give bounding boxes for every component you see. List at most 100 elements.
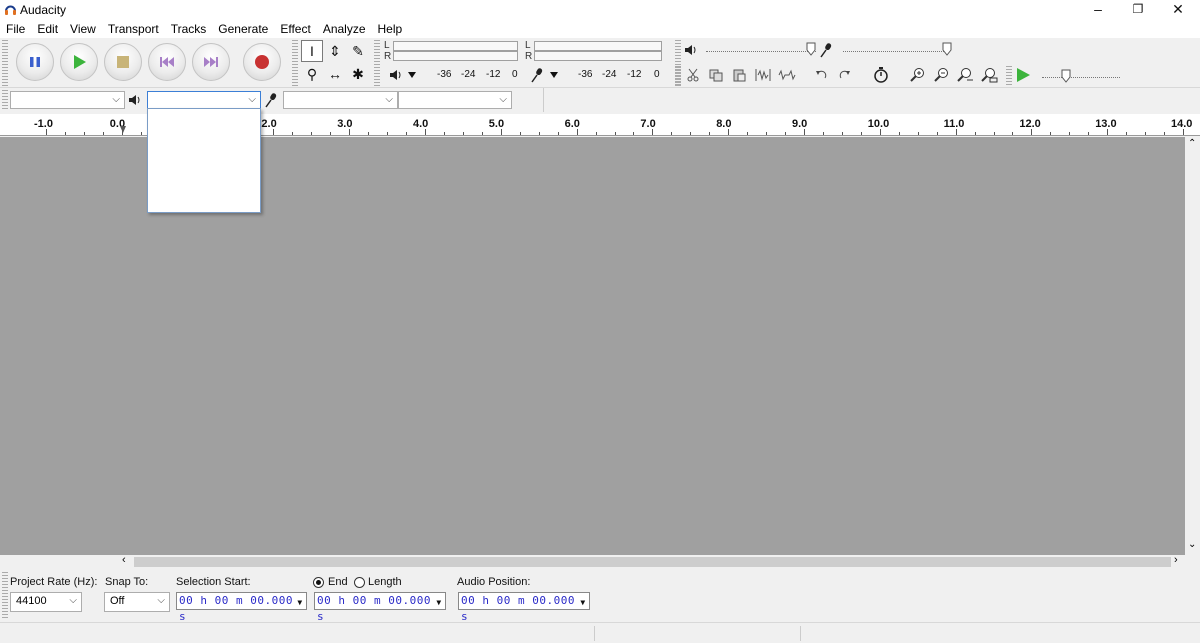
record-meter-left-channel[interactable] (534, 41, 662, 51)
stop-icon (117, 56, 129, 68)
scroll-up-icon[interactable]: ⌃ (1188, 138, 1196, 149)
selection-end-time[interactable]: 00 h 00 m 00.000 s ▼ (314, 592, 446, 623)
record-meter-dropdown-icon[interactable] (549, 71, 559, 79)
envelope-tool-button[interactable]: ⇕ (324, 40, 346, 62)
ruler-tick (822, 132, 824, 135)
time-format-dropdown-icon[interactable]: ▼ (295, 595, 305, 607)
ruler-tick (804, 129, 805, 135)
sync-lock-button[interactable] (870, 64, 892, 86)
menu-transport[interactable]: Transport (102, 20, 165, 38)
skip-to-end-button[interactable] (192, 43, 230, 81)
recording-channels-select[interactable]: ⌵ (398, 91, 512, 109)
menu-view[interactable]: View (64, 20, 102, 38)
fit-project-button[interactable] (978, 64, 1000, 86)
transport-toolbar-grip[interactable] (2, 40, 8, 86)
project-rate-select[interactable]: 44100 ⌵ (10, 592, 82, 612)
ruler-label: 12.0 (1019, 118, 1041, 130)
menu-tracks[interactable]: Tracks (165, 20, 213, 38)
end-radio[interactable] (313, 575, 324, 589)
edit-toolbar-grip[interactable] (675, 66, 681, 86)
skip-to-start-button[interactable] (148, 43, 186, 81)
play-speed-thumb[interactable] (1061, 69, 1071, 83)
trim-icon (755, 69, 771, 81)
scroll-right-icon[interactable]: › (1174, 554, 1178, 566)
playback-volume-thumb[interactable] (806, 42, 816, 56)
playhead-marker[interactable] (119, 126, 126, 133)
project-rate-label: Project Rate (Hz): (10, 576, 98, 588)
playback-meter-left-channel[interactable] (393, 41, 518, 51)
play-at-speed-grip[interactable] (1006, 66, 1012, 86)
ruler-tick (879, 129, 881, 135)
undo-icon (816, 70, 827, 79)
chevron-down-icon: ⌵ (385, 94, 393, 105)
play-speed-slider[interactable] (1042, 76, 1120, 78)
ruler-tick (785, 132, 787, 135)
menu-generate[interactable]: Generate (212, 20, 274, 38)
ruler-label: 11.0 (943, 118, 965, 130)
menu-effect[interactable]: Effect (274, 20, 316, 38)
scroll-down-icon[interactable]: ⌄ (1188, 539, 1196, 550)
audio-host-select[interactable]: ⌵ (10, 91, 125, 109)
restore-button[interactable]: ❐ (1118, 0, 1158, 20)
menu-help[interactable]: Help (372, 20, 409, 38)
time-shift-tool-button[interactable]: ↔ (324, 63, 346, 85)
horizontal-scrollbar[interactable]: ‹ › (120, 554, 1185, 569)
paste-icon (733, 69, 746, 82)
menu-file[interactable]: File (6, 20, 31, 38)
zoom-tool-button[interactable]: ⚲ (301, 63, 323, 85)
redo-button[interactable] (834, 64, 856, 86)
play-button[interactable] (60, 43, 98, 81)
selection-toolbar-grip[interactable] (2, 572, 8, 618)
stop-button[interactable] (104, 43, 142, 81)
trim-audio-button[interactable] (752, 64, 774, 86)
length-radio[interactable] (354, 575, 365, 589)
close-button[interactable]: ✕ (1158, 0, 1198, 20)
play-at-speed-icon[interactable] (1015, 67, 1031, 83)
meter-toolbar-grip[interactable] (374, 40, 380, 86)
audio-position-time[interactable]: 00 h 00 m 00.000 s ▼ (458, 592, 590, 623)
record-meter-right-channel[interactable] (534, 51, 662, 61)
menu-edit[interactable]: Edit (31, 20, 64, 38)
undo-button[interactable] (810, 64, 832, 86)
zoom-in-button[interactable] (906, 64, 928, 86)
multi-tool-button[interactable]: ✱ (347, 63, 369, 85)
playback-device-select[interactable]: ⌵ (147, 91, 261, 109)
selection-toolbar: Project Rate (Hz): 44100 ⌵ Snap To: Off … (0, 570, 1200, 623)
recording-volume-slider[interactable] (843, 50, 948, 52)
copy-button[interactable] (705, 64, 727, 86)
ruler-tick (102, 132, 104, 135)
playback-device-dropdown-list[interactable] (147, 108, 261, 213)
audacity-window: Audacity – ❐ ✕ File Edit View Transport … (0, 0, 1200, 643)
scroll-left-icon[interactable]: ‹ (122, 554, 126, 566)
menu-analyze[interactable]: Analyze (317, 20, 372, 38)
paste-button[interactable] (728, 64, 750, 86)
playback-meter-dropdown-icon[interactable] (407, 71, 417, 79)
draw-tool-button[interactable]: ✎ (347, 40, 369, 62)
playback-volume-slider[interactable] (706, 50, 816, 52)
snap-to-select[interactable]: Off ⌵ (104, 592, 170, 612)
horizontal-scroll-thumb[interactable] (134, 557, 1171, 567)
recording-volume-thumb[interactable] (942, 42, 952, 56)
selection-tool-button[interactable]: I (301, 40, 323, 62)
playback-meter-right-channel[interactable] (393, 51, 518, 61)
silence-audio-button[interactable] (776, 64, 798, 86)
selection-start-time[interactable]: 00 h 00 m 00.000 s ▼ (176, 592, 307, 623)
fit-selection-button[interactable] (954, 64, 976, 86)
chevron-down-icon: ⌵ (69, 595, 77, 606)
cut-button[interactable] (682, 64, 704, 86)
recording-device-select[interactable]: ⌵ (283, 91, 398, 109)
vertical-scrollbar[interactable]: ⌃ ⌄ (1185, 137, 1200, 555)
record-button[interactable] (243, 43, 281, 81)
playback-volume-icon (685, 45, 696, 55)
time-format-dropdown-icon[interactable]: ▼ (434, 595, 444, 607)
ruler-tick (860, 132, 862, 135)
tools-toolbar-grip[interactable] (292, 40, 298, 86)
pause-button[interactable] (16, 43, 54, 81)
zoom-out-button[interactable] (930, 64, 952, 86)
ruler-tick (387, 132, 389, 135)
device-toolbar-grip[interactable] (2, 90, 8, 110)
menu-bar: File Edit View Transport Tracks Generate… (0, 20, 1200, 38)
minimize-button[interactable]: – (1078, 0, 1118, 20)
time-format-dropdown-icon[interactable]: ▼ (578, 595, 588, 607)
audio-position-value: 00 h 00 m 00.000 s (461, 594, 575, 623)
